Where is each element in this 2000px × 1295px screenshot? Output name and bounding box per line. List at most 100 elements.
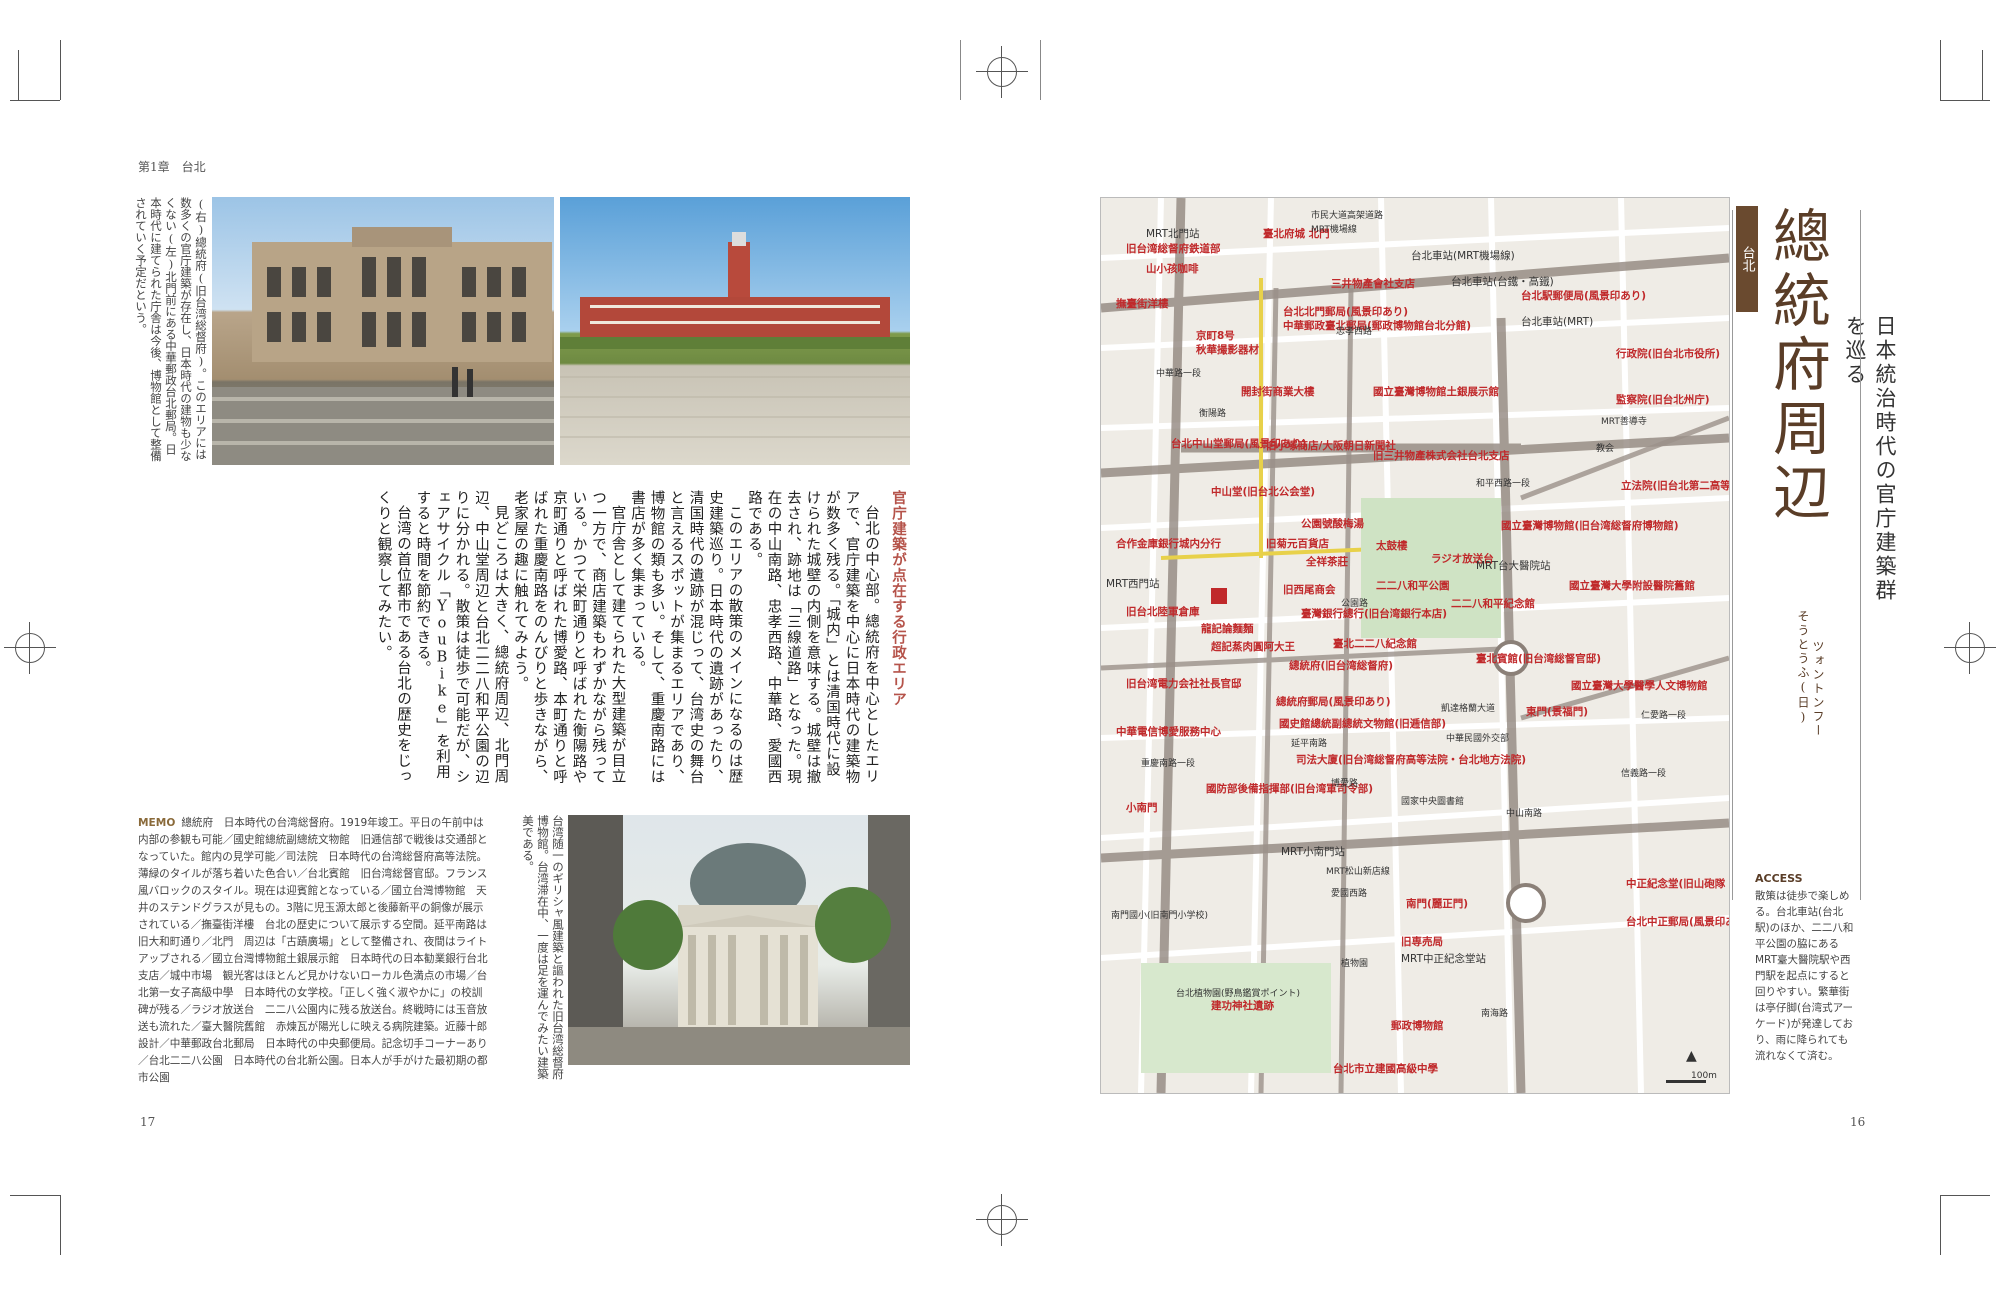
map-label: 忠孝西路 [1336, 327, 1373, 337]
map-label: 愛國西路 [1331, 889, 1368, 899]
map-label[interactable]: 臺北二二八紀念館 [1333, 638, 1417, 650]
map-label[interactable]: MRT小南門站 [1281, 846, 1345, 858]
map-label[interactable]: 臺北賓館(旧台湾総督官邸) [1476, 653, 1601, 665]
map-label: 凱達格蘭大道 [1441, 704, 1496, 714]
map-label[interactable]: 龍記論麵麵 [1201, 623, 1254, 635]
memo-label: MEMO [138, 817, 176, 829]
map-label[interactable]: 小南門 [1126, 802, 1158, 814]
map-label: MRT善導寺 [1601, 417, 1647, 427]
map-label[interactable]: 國立臺灣博物館(旧台湾総督府博物館) [1501, 520, 1679, 532]
map-label[interactable]: 台北車站(MRT機場線) [1411, 250, 1515, 262]
article-paragraph: 官庁舎として建てられた大型建築が目立つ一方で、商店建築もわずかながら残っている。… [512, 490, 626, 785]
map-label: 南海路 [1481, 1009, 1509, 1019]
map-label[interactable]: 國立臺灣博物館土銀展示館 [1373, 386, 1499, 398]
sidebar-title: 總統府周辺 [1763, 206, 1831, 526]
crop-mark [1940, 40, 1941, 100]
museum-illustration [568, 815, 910, 1065]
sidebar-rule [1860, 210, 1861, 900]
map-label[interactable]: 國立臺灣大學醫學人文博物館 [1571, 680, 1708, 692]
map-label[interactable]: 旧菊元百貨店 [1266, 538, 1329, 550]
map-label[interactable]: 司法大廈(旧台湾総督府高等法院・台北地方法院) [1296, 754, 1526, 766]
gutter-line [1040, 40, 1041, 100]
map-label[interactable]: 台北車站(台鐵・高鐵) [1451, 276, 1554, 288]
map-label[interactable]: 台北中正郵局(風景印あり) [1626, 916, 1729, 928]
map-label[interactable]: 旧台湾総督府鉄道部 [1126, 243, 1221, 255]
map-label[interactable]: MRT北門站 [1146, 228, 1200, 240]
map-label[interactable]: 旧台湾電力会社社長官邸 [1126, 678, 1242, 690]
photo-caption-museum: 台湾随一のギリシャ風建築と謳われた旧台湾総督府博物館。台湾滞在中、一度は足を運ん… [521, 815, 565, 1080]
map-label[interactable]: 京町8号 [1196, 330, 1235, 342]
registration-mark [1944, 622, 1996, 674]
map-label[interactable]: 總統府(旧台湾総督府) [1289, 660, 1393, 672]
map-label[interactable]: 太鼓樓 [1376, 540, 1408, 552]
map-label[interactable]: 旧専売局 [1401, 936, 1443, 948]
map-label[interactable]: 撫臺街洋樓 [1116, 298, 1169, 310]
map-label: 中華路一段 [1156, 369, 1202, 379]
map-label[interactable]: 國史館總統副總統文物館(旧逓信部) [1279, 718, 1446, 730]
map-label[interactable]: 台北駅郵便局(風景印あり) [1521, 290, 1646, 302]
crop-mark [10, 1195, 60, 1196]
map-label[interactable]: 中正紀念堂(旧山砲隊・步兵第一聯隊) [1626, 878, 1729, 890]
map-label[interactable]: 東門(景福門) [1526, 706, 1588, 718]
map-label[interactable]: 台北車站(MRT) [1521, 316, 1593, 328]
map-label[interactable]: MRT台大醫院站 [1476, 560, 1551, 572]
map-label[interactable]: 中華郵政臺北郵局(郵政博物館台北分館) [1283, 320, 1471, 332]
building-illustration [212, 227, 554, 465]
map-label: 中山南路 [1506, 809, 1543, 819]
tower-illustration [560, 232, 910, 438]
registration-mark [976, 1194, 1028, 1246]
map-label[interactable]: 合作金庫銀行城内分行 [1116, 538, 1221, 550]
map-label[interactable]: MRT中正紀念堂站 [1401, 953, 1486, 965]
map-label[interactable]: 南門(麗正門) [1406, 898, 1468, 910]
map-label[interactable]: 台北市立建國高級中學 [1333, 1063, 1438, 1075]
map-label[interactable]: 立法院(旧台北第二高等女学校) [1621, 480, 1729, 492]
memo-text: 總統府 日本時代の台湾総督府。1919年竣工。平日の午前中は内部の参観も可能／國… [138, 817, 488, 1084]
map-label[interactable]: 監察院(旧台北州庁) [1616, 394, 1710, 406]
map-label[interactable]: 二二八和平公園 [1376, 580, 1450, 592]
region-tag: 台北 [1736, 206, 1758, 312]
map-label: MRT機場線 [1311, 225, 1357, 235]
map-label: 中華民國外交部 [1446, 734, 1510, 744]
map-label[interactable]: 山小孩咖啡 [1146, 263, 1199, 275]
map-label[interactable]: 總統府郵局(風景印あり) [1276, 696, 1391, 708]
map-label[interactable]: 全祥茶莊 [1306, 556, 1348, 568]
map-label[interactable]: 三井物產會社支店 [1331, 278, 1415, 290]
map-label: 和平西路一段 [1476, 479, 1531, 489]
registration-mark [4, 622, 56, 674]
map-label[interactable]: 超記蒸肉圓阿大王 [1211, 641, 1295, 653]
map-label[interactable]: 開封街商業大樓 [1241, 386, 1315, 398]
map-label[interactable]: MRT西門站 [1106, 578, 1160, 590]
map-label: 南門國小(旧南門小学校) [1111, 911, 1209, 921]
map-label[interactable]: 中山堂(旧台北公会堂) [1211, 486, 1315, 498]
map-label[interactable]: 公園號酸梅湯 [1301, 518, 1364, 530]
crop-mark [1940, 1195, 1990, 1196]
gutter-line [960, 40, 961, 100]
map-label[interactable]: 建功神社遺跡 [1211, 1000, 1274, 1012]
map-label[interactable]: 旧三井物產株式会社台北支店 [1373, 450, 1510, 462]
access-text: 散策は徒歩で楽しめる。台北車站(台北駅)のほか、二二八和平公園の脇にあるMRT臺… [1755, 890, 1854, 1062]
crop-mark [10, 100, 60, 101]
map-label[interactable]: 中華電信博愛服務中心 [1116, 726, 1221, 738]
sidebar-reading-jp: そうとうふ(日) [1796, 610, 1810, 726]
map-label: 植物園 [1341, 959, 1369, 969]
map-label: 博愛路 [1331, 779, 1359, 789]
map-label[interactable]: 台北北門郵局(風景印あり) [1283, 306, 1408, 318]
map-label[interactable]: 行政院(旧台北市役所) [1616, 348, 1720, 360]
map-label[interactable]: 臺灣銀行總行(旧台湾銀行本店) [1301, 608, 1447, 620]
article-body: 台北の中心部。總統府を中心としたエリアで、官庁建築を中心に日本時代の建築物が数多… [138, 490, 880, 790]
sidebar-subtitle: 日本統治時代の官庁建築群を巡る [1843, 315, 1897, 603]
map-label[interactable]: 旧西尾商会 [1283, 584, 1336, 596]
map-label: 延平南路 [1291, 739, 1328, 749]
map-label: 重慶南路一段 [1141, 759, 1196, 769]
scale-bar [1666, 1080, 1706, 1083]
sidebar-reading: ツォントンフー [1811, 640, 1825, 738]
map-label: 國家中央圖書館 [1401, 797, 1465, 807]
map-label[interactable]: 郵政博物館 [1391, 1020, 1444, 1032]
map-label[interactable]: 旧台北陸軍倉庫 [1126, 606, 1200, 618]
map-label[interactable]: 秋華撮影器材 [1196, 344, 1259, 356]
map-label[interactable]: 國立臺灣大學附設醫院舊館 [1569, 580, 1695, 592]
area-map[interactable]: 臺北府城 北門 旧台湾総督府鉄道部 山小孩咖啡 三井物產會社支店 撫臺街洋樓 台… [1100, 197, 1730, 1094]
map-label[interactable]: 二二八和平紀念館 [1451, 598, 1535, 610]
map-label: 公園路 [1341, 599, 1369, 609]
map-label: 市民大道高架道路 [1311, 211, 1384, 221]
